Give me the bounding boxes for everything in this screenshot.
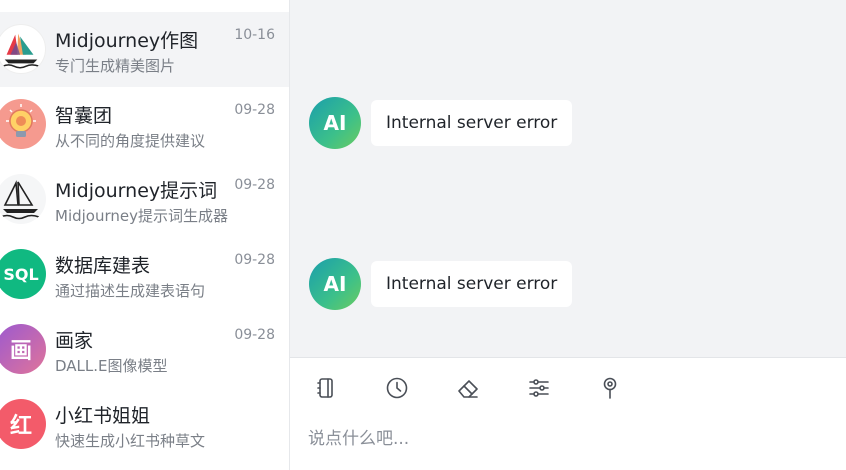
chat-item-title: 数据库建表 [55,255,151,277]
chat-main: AI Internal server error AI Internal ser… [290,0,846,470]
chat-item-date: 09-28 [234,327,275,343]
avatar-text: 画 [9,339,32,364]
lightbulb-icon [0,99,46,149]
chat-item-database-schema[interactable]: SQL 数据库建表 通过描述生成建表语句 09-28 [0,237,289,312]
chat-item-xiaohongshu[interactable]: 红 小红书姐姐 快速生成小红书种草文 [0,387,289,462]
message-composer [290,357,846,470]
chat-item-subtitle: 从不同的角度提供建议 [55,132,206,150]
sliders-icon[interactable] [527,376,551,400]
eraser-icon[interactable] [456,376,480,400]
ai-avatar: AI [309,258,361,310]
clock-icon[interactable] [385,376,409,400]
chat-list: Midjourney作图 专门生成精美图片 10-16 智囊团 从不同的角度提供… [0,12,289,462]
chat-item-subtitle: Midjourney提示词生成器 [55,207,228,225]
chat-item-title: 小红书姐姐 [55,405,151,427]
chat-item-title: Midjourney提示词 [55,180,218,202]
chat-item-think-tank[interactable]: 智囊团 从不同的角度提供建议 09-28 [0,87,289,162]
chat-item-date: 09-28 [234,102,275,118]
message-row: AI Internal server error [309,258,573,310]
chat-item-subtitle: 通过描述生成建表语句 [55,282,206,300]
chat-item-date: 09-28 [234,177,275,193]
avatar: 画 [0,324,46,374]
message-bubble: Internal server error [371,100,573,146]
chat-item-title: 画家 [55,330,94,352]
chat-sidebar: Midjourney作图 专门生成精美图片 10-16 智囊团 从不同的角度提供… [0,0,290,470]
chat-item-date: 09-28 [234,252,275,268]
chat-item-title: 智囊团 [55,105,113,127]
pin-icon[interactable] [598,376,622,400]
message-bubble: Internal server error [371,261,573,307]
message-input[interactable] [308,424,828,454]
ai-avatar: AI [309,97,361,149]
avatar: SQL [0,249,46,299]
chat-item-date: 10-16 [234,27,275,43]
message-row: AI Internal server error [309,97,573,149]
chat-item-midjourney-drawing[interactable]: Midjourney作图 专门生成精美图片 10-16 [0,12,289,87]
composer-toolbar [314,376,669,400]
chat-item-subtitle: 专门生成精美图片 [55,57,176,75]
chat-item-title: Midjourney作图 [55,30,199,52]
chat-item-painter[interactable]: 画 画家 DALL.E图像模型 09-28 [0,312,289,387]
chat-item-subtitle: DALL.E图像模型 [55,357,168,375]
chat-item-subtitle: 快速生成小红书种草文 [55,432,206,450]
app-window: Midjourney作图 专门生成精美图片 10-16 智囊团 从不同的角度提供… [0,0,846,470]
notebook-icon[interactable] [314,376,338,400]
avatar-text: SQL [3,264,39,284]
chat-item-midjourney-prompts[interactable]: Midjourney提示词 Midjourney提示词生成器 09-28 [0,162,289,237]
sailboat-icon [0,174,46,224]
avatar: 红 [0,399,46,449]
sailboat-color-icon [0,24,46,74]
avatar-text: 红 [9,414,32,439]
